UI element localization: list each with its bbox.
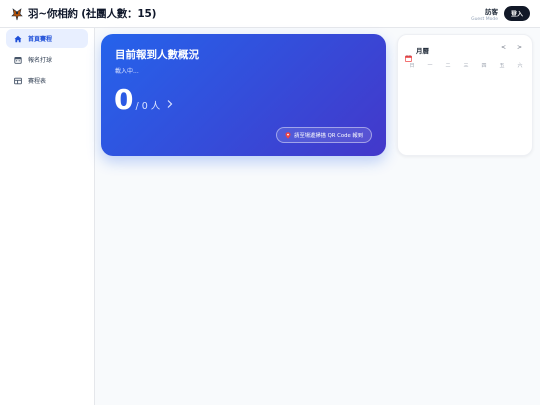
calendar-icon — [14, 56, 22, 64]
weekday-label: 一 — [427, 63, 433, 69]
home-icon — [14, 35, 22, 43]
app-logo-icon — [10, 7, 24, 21]
card-title: 目前報到人數概況 — [115, 49, 199, 61]
checkin-current-count: 0 — [114, 83, 134, 116]
checkin-total-count: / 0 人 — [135, 101, 161, 112]
weekday-label: 五 — [499, 63, 505, 69]
login-button[interactable]: 登入 — [504, 6, 530, 21]
calendar-icon — [405, 47, 412, 62]
weekday-label: 三 — [463, 63, 469, 69]
sidebar-item-label: 賽程表 — [28, 78, 47, 85]
calendar-weekdays: 日 一 二 三 四 五 六 — [403, 62, 529, 69]
sidebar-item-label: 首頁賽程 — [28, 36, 53, 43]
weekday-label: 二 — [445, 63, 451, 69]
weekday-label: 四 — [481, 63, 487, 69]
user-info: 訪客 Guest Mode — [471, 6, 498, 22]
app-title: 羽~你相約 (社團人數：15) — [28, 8, 157, 20]
loading-text: 載入中... — [115, 68, 139, 75]
sidebar-item-label: 報名打球 — [28, 57, 53, 64]
map-pin-icon — [285, 131, 291, 139]
sidebar: 首頁賽程 報名打球 賽程表 — [0, 28, 95, 405]
calendar-card: 月曆 < > 日 一 二 三 四 五 六 — [397, 34, 533, 156]
calendar-next-button[interactable]: > — [517, 44, 522, 51]
checkin-count[interactable]: 0 / 0 人 — [114, 86, 174, 114]
calendar-prev-button[interactable]: < — [501, 44, 506, 51]
table-icon — [14, 77, 22, 85]
sidebar-item-schedule[interactable]: 賽程表 — [6, 71, 88, 90]
weekday-label: 六 — [517, 63, 523, 69]
top-bar: 羽~你相約 (社團人數：15) 訪客 Guest Mode 登入 — [0, 0, 540, 28]
user-mode: Guest Mode — [471, 17, 498, 22]
sidebar-item-home[interactable]: 首頁賽程 — [6, 29, 88, 48]
calendar-header: 月曆 — [405, 45, 429, 62]
checkin-summary-card: 目前報到人數概況 載入中... 0 / 0 人 請至場邊掃描 QR Code 報… — [101, 34, 386, 156]
weekday-label: 日 — [409, 63, 415, 69]
qr-checkin-button[interactable]: 請至場邊掃描 QR Code 報到 — [276, 127, 372, 143]
qr-button-label: 請至場邊掃描 QR Code 報到 — [294, 133, 363, 139]
chevron-right-icon — [166, 99, 174, 109]
sidebar-item-signup[interactable]: 報名打球 — [6, 50, 88, 69]
calendar-title: 月曆 — [416, 47, 429, 55]
user-name: 訪客 — [485, 8, 498, 16]
